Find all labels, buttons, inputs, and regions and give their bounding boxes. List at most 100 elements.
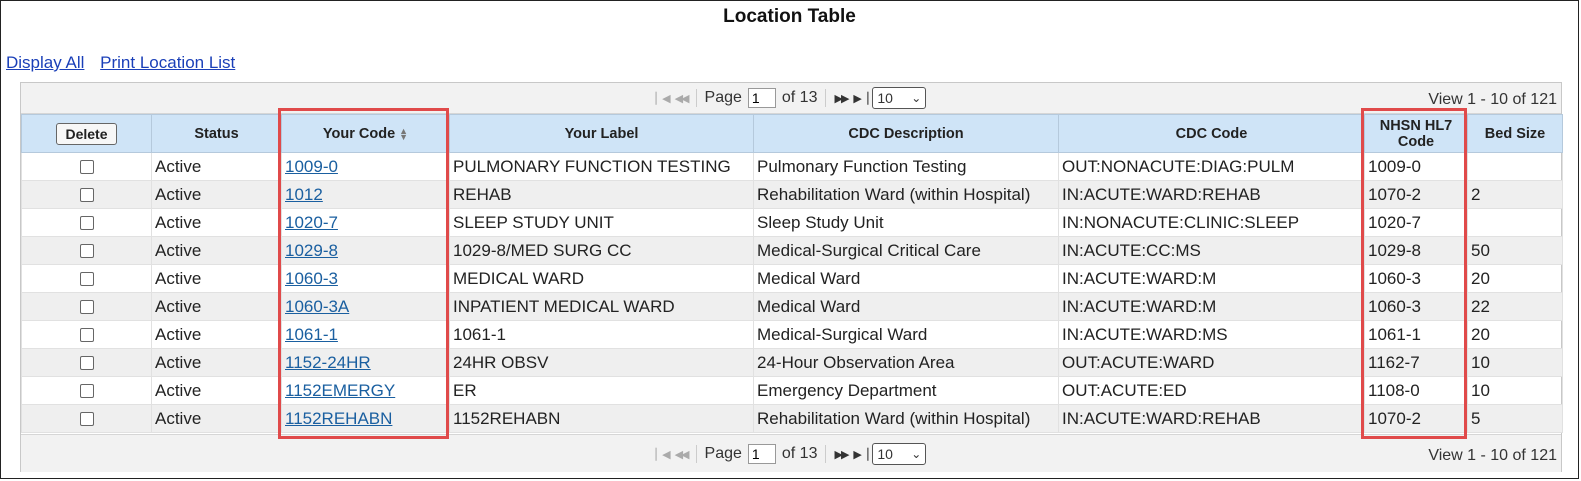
- table-row: Active 1029-8 1029-8/MED SURG CC Medical…: [21, 236, 1563, 265]
- header-cdc-description[interactable]: CDC Description: [753, 114, 1059, 153]
- row-select-cell: [21, 152, 152, 181]
- bed-size-cell: 10: [1467, 348, 1563, 377]
- row-checkbox[interactable]: [79, 412, 94, 427]
- page-count-label: of 13: [781, 89, 818, 106]
- page-label: Page: [704, 89, 742, 106]
- row-checkbox[interactable]: [79, 188, 94, 203]
- print-location-list-link[interactable]: Print Location List: [100, 53, 235, 72]
- bed-size-cell: [1467, 152, 1563, 181]
- first-page-icon[interactable]: ▏◀: [656, 92, 671, 105]
- your-code-cell: 1029-8: [281, 236, 450, 265]
- row-select-cell: [21, 292, 152, 321]
- your-label-cell: PULMONARY FUNCTION TESTING: [449, 152, 754, 181]
- nhsn-code-cell: 1060-3: [1364, 292, 1468, 321]
- row-checkbox[interactable]: [79, 384, 94, 399]
- row-checkbox[interactable]: [79, 356, 94, 371]
- your-code-link[interactable]: 1009-0: [285, 157, 338, 176]
- row-select-cell: [21, 236, 152, 265]
- your-code-cell: 1020-7: [281, 208, 450, 237]
- status-cell: Active: [151, 236, 282, 265]
- your-label-cell: 1029-8/MED SURG CC: [449, 236, 754, 265]
- cdc-description-cell: Medical-Surgical Ward: [753, 320, 1059, 349]
- pager-separator: [825, 89, 827, 107]
- your-code-link[interactable]: 1020-7: [285, 213, 338, 232]
- your-label-cell: ER: [449, 376, 754, 405]
- your-code-link[interactable]: 1152REHABN: [285, 409, 392, 428]
- page-number-input[interactable]: [747, 88, 776, 108]
- cdc-description-cell: Pulmonary Function Testing: [753, 152, 1059, 181]
- header-status[interactable]: Status: [151, 114, 282, 153]
- row-select-cell: [21, 264, 152, 293]
- delete-button[interactable]: Delete: [56, 122, 117, 145]
- your-code-link[interactable]: 1061-1: [285, 325, 338, 344]
- next-page-icon[interactable]: ▶▶: [834, 92, 849, 105]
- table-header-row: Delete Status Your Code ▲ ▼ Your Label CD…: [21, 114, 1563, 153]
- first-page-icon[interactable]: ▏◀: [656, 448, 671, 461]
- display-all-link[interactable]: Display All: [6, 53, 84, 72]
- pager-separator: [825, 445, 827, 463]
- next-page-icon[interactable]: ▶▶: [834, 448, 849, 461]
- your-code-cell: 1152EMERGY: [281, 376, 450, 405]
- your-label-cell: SLEEP STUDY UNIT: [449, 208, 754, 237]
- bed-size-cell: 5: [1467, 404, 1563, 433]
- bed-size-cell: 50: [1467, 236, 1563, 265]
- cdc-code-cell: IN:ACUTE:WARD:M: [1058, 264, 1365, 293]
- prev-page-icon[interactable]: ◀◀: [675, 448, 690, 461]
- header-bed-size[interactable]: Bed Size: [1467, 114, 1563, 153]
- bed-size-cell: 10: [1467, 376, 1563, 405]
- rows-per-page-select[interactable]: 10 ⌄: [872, 87, 927, 109]
- header-your-label[interactable]: Your Label: [449, 114, 754, 153]
- row-select-cell: [21, 320, 152, 349]
- bed-size-cell: 2: [1467, 180, 1563, 209]
- header-your-code-label: Your Code: [322, 125, 396, 142]
- your-code-link[interactable]: 1152-24HR: [285, 353, 371, 372]
- your-code-link[interactable]: 1012: [285, 185, 323, 204]
- status-cell: Active: [151, 320, 282, 349]
- nhsn-code-cell: 1061-1: [1364, 320, 1468, 349]
- page-number-input[interactable]: [747, 444, 776, 464]
- location-table: Delete Status Your Code ▲ ▼ Your Label CD…: [21, 114, 1563, 433]
- row-checkbox[interactable]: [79, 272, 94, 287]
- your-label-cell: 1152REHABN: [449, 404, 754, 433]
- row-select-cell: [21, 180, 152, 209]
- last-page-icon[interactable]: ▶▕: [853, 448, 868, 461]
- cdc-description-cell: Medical-Surgical Critical Care: [753, 236, 1059, 265]
- cdc-code-cell: OUT:ACUTE:ED: [1058, 376, 1365, 405]
- status-cell: Active: [151, 404, 282, 433]
- row-checkbox[interactable]: [79, 244, 94, 259]
- nhsn-code-cell: 1108-0: [1364, 376, 1468, 405]
- pager-top: ▏◀ ◀◀ Page of 13 ▶▶ ▶▕ 10 ⌄ View 1 - 10 …: [21, 83, 1561, 114]
- your-code-link[interactable]: 1152EMERGY: [285, 381, 395, 400]
- cdc-code-cell: IN:ACUTE:WARD:REHAB: [1058, 180, 1365, 209]
- table-row: Active 1060-3 MEDICAL WARD Medical Ward …: [21, 264, 1563, 293]
- table-row: Active 1152REHABN 1152REHABN Rehabilitat…: [21, 404, 1563, 433]
- page-title: Location Table: [723, 6, 856, 27]
- row-checkbox[interactable]: [79, 328, 94, 343]
- row-checkbox[interactable]: [79, 160, 94, 175]
- last-page-icon[interactable]: ▶▕: [853, 92, 868, 105]
- table-row: Active 1152EMERGY ER Emergency Departmen…: [21, 376, 1563, 405]
- status-cell: Active: [151, 152, 282, 181]
- status-cell: Active: [151, 208, 282, 237]
- row-checkbox[interactable]: [79, 216, 94, 231]
- bed-size-cell: 20: [1467, 320, 1563, 349]
- your-label-cell: 1061-1: [449, 320, 754, 349]
- your-code-cell: 1012: [281, 180, 450, 209]
- your-code-link[interactable]: 1060-3: [285, 269, 338, 288]
- rows-per-page-select[interactable]: 10 ⌄: [872, 443, 927, 465]
- rows-per-page-value: 10: [877, 90, 893, 106]
- location-grid: ▏◀ ◀◀ Page of 13 ▶▶ ▶▕ 10 ⌄ View 1 - 10 …: [20, 82, 1563, 472]
- header-your-code[interactable]: Your Code ▲ ▼: [281, 114, 450, 153]
- row-checkbox[interactable]: [79, 300, 94, 315]
- header-nhsn-hl7-code[interactable]: NHSN HL7 Code: [1364, 114, 1468, 153]
- nhsn-code-cell: 1070-2: [1364, 180, 1468, 209]
- cdc-description-cell: Rehabilitation Ward (within Hospital): [753, 404, 1059, 433]
- your-code-link[interactable]: 1060-3A: [285, 297, 349, 316]
- bed-size-cell: 20: [1467, 264, 1563, 293]
- header-nhsn-line2: Code: [1397, 133, 1435, 150]
- prev-page-icon[interactable]: ◀◀: [675, 92, 690, 105]
- your-code-link[interactable]: 1029-8: [285, 241, 338, 260]
- pager-bottom: ▏◀ ◀◀ Page of 13 ▶▶ ▶▕ 10 ⌄ View 1 - 10 …: [21, 434, 1561, 472]
- row-select-cell: [21, 348, 152, 377]
- header-cdc-code[interactable]: CDC Code: [1058, 114, 1365, 153]
